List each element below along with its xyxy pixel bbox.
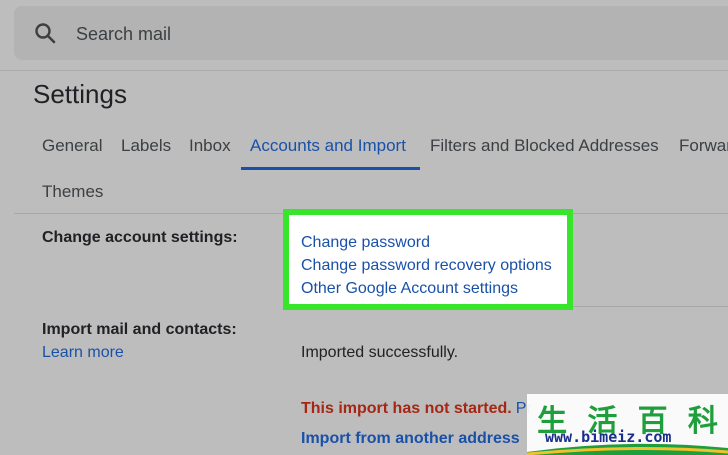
watermark-char: 科 bbox=[687, 404, 718, 439]
import-mail-label: Import mail and contacts: bbox=[42, 321, 237, 338]
tab-general[interactable]: General bbox=[42, 136, 102, 156]
change-account-label: Change account settings: bbox=[42, 229, 238, 246]
change-recovery-options-link[interactable]: Change password recovery options bbox=[301, 257, 552, 275]
tab-accounts-and-import[interactable]: Accounts and Import bbox=[250, 136, 406, 156]
header-divider bbox=[0, 70, 728, 71]
tab-filters-and-blocked-addresses[interactable]: Filters and Blocked Addresses bbox=[430, 136, 659, 156]
watermark: 生 活 百 科 www.bimeiz.com bbox=[527, 394, 728, 455]
other-account-settings-link[interactable]: Other Google Account settings bbox=[301, 280, 518, 298]
settings-tabs: General Labels Inbox Accounts and Import… bbox=[0, 126, 728, 170]
tab-labels[interactable]: Labels bbox=[121, 136, 171, 156]
tab-themes[interactable]: Themes bbox=[42, 182, 103, 202]
tab-inbox[interactable]: Inbox bbox=[189, 136, 231, 156]
active-tab-indicator bbox=[241, 167, 420, 170]
watermark-swoosh-icon bbox=[527, 443, 728, 455]
import-error-line: This import has not started. Pr bbox=[301, 400, 532, 418]
top-bar bbox=[0, 0, 728, 70]
search-icon[interactable] bbox=[33, 21, 57, 45]
import-status: Imported successfully. bbox=[301, 344, 459, 361]
tab-forwarding[interactable]: Forwar bbox=[679, 136, 728, 156]
search-input[interactable] bbox=[74, 6, 698, 62]
page-title: Settings bbox=[33, 79, 127, 109]
change-password-link[interactable]: Change password bbox=[301, 234, 430, 252]
learn-more-link[interactable]: Learn more bbox=[42, 344, 124, 362]
import-error-text: This import has not started. bbox=[301, 400, 512, 417]
change-account-links-highlight: Change password Change password recovery… bbox=[283, 209, 573, 310]
import-from-another-address-link[interactable]: Import from another address bbox=[301, 430, 520, 448]
search-bar[interactable] bbox=[14, 6, 728, 62]
section-divider bbox=[573, 306, 728, 307]
